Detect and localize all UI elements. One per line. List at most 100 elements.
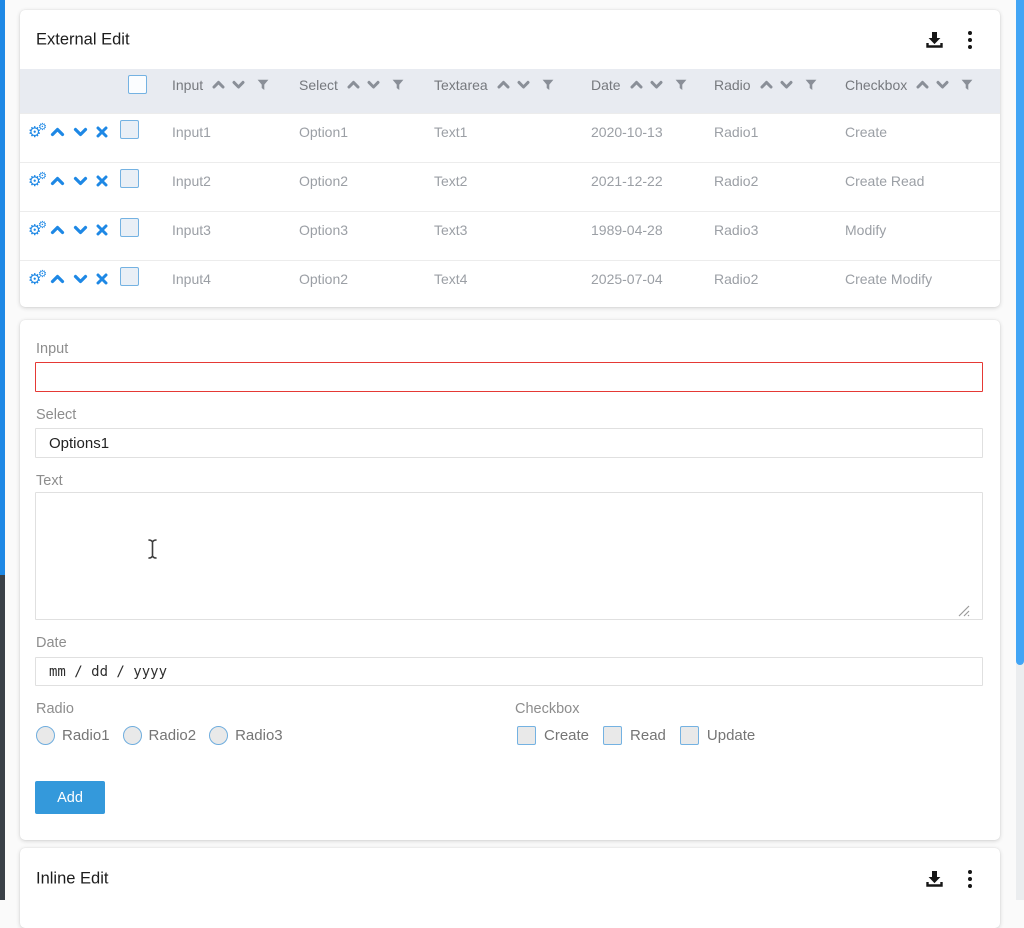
row-checkbox[interactable] — [120, 218, 139, 237]
input-field-label: Input — [36, 341, 68, 357]
settings-icon[interactable]: ⚙⚙ — [28, 270, 42, 288]
filter-icon[interactable] — [257, 79, 269, 91]
select-field-label: Select — [36, 407, 76, 423]
column-label: Radio — [714, 77, 751, 93]
date-field[interactable] — [35, 657, 983, 686]
delete-icon[interactable] — [96, 273, 108, 285]
radio-option-label: Radio2 — [149, 727, 197, 744]
column-header-select: Select — [291, 77, 426, 93]
move-up-icon[interactable] — [50, 274, 65, 284]
radio-option-radio3[interactable]: Radio3 — [209, 726, 283, 745]
select-all-checkbox[interactable] — [128, 75, 147, 94]
sort-asc-icon[interactable] — [497, 80, 510, 89]
cell-checkbox: Create — [837, 124, 1000, 140]
radio-icon[interactable] — [209, 726, 228, 745]
column-header-input: Input — [164, 77, 291, 93]
filter-icon[interactable] — [392, 79, 404, 91]
checkbox-option-read[interactable]: Read — [603, 726, 666, 745]
row-checkbox[interactable] — [120, 120, 139, 139]
filter-icon[interactable] — [675, 79, 687, 91]
cell-date: 2025-07-04 — [583, 271, 706, 287]
right-scrollbar-thumb[interactable] — [1016, 0, 1024, 665]
filter-icon[interactable] — [542, 79, 554, 91]
cell-textarea: Text3 — [426, 222, 583, 238]
move-down-icon[interactable] — [73, 274, 88, 284]
radio-icon[interactable] — [123, 726, 142, 745]
column-header-checkbox: Checkbox — [837, 77, 1000, 93]
cell-input: Input4 — [164, 271, 291, 287]
radio-option-radio1[interactable]: Radio1 — [36, 726, 110, 745]
cell-radio: Radio2 — [706, 271, 837, 287]
move-up-icon[interactable] — [50, 225, 65, 235]
move-down-icon[interactable] — [73, 127, 88, 137]
add-button[interactable]: Add — [35, 781, 105, 814]
settings-icon[interactable]: ⚙⚙ — [28, 172, 42, 190]
checkbox-icon[interactable] — [517, 726, 536, 745]
cell-radio: Radio3 — [706, 222, 837, 238]
sort-asc-icon[interactable] — [760, 80, 773, 89]
table-row: ⚙⚙ Input3 Option3 Text3 1989-04-28 Radio… — [20, 211, 1000, 260]
sort-desc-icon[interactable] — [517, 80, 530, 89]
checkbox-icon[interactable] — [603, 726, 622, 745]
row-actions: ⚙⚙ — [20, 123, 108, 141]
move-up-icon[interactable] — [50, 176, 65, 186]
left-scrollbar-thumb[interactable] — [0, 0, 5, 575]
kebab-menu-icon[interactable] — [967, 870, 973, 888]
radio-icon[interactable] — [36, 726, 55, 745]
card-title: Inline Edit — [36, 870, 108, 889]
textarea-field[interactable] — [35, 492, 983, 620]
row-checkbox[interactable] — [120, 267, 139, 286]
filter-icon[interactable] — [961, 79, 973, 91]
column-header-date: Date — [583, 77, 706, 93]
sort-desc-icon[interactable] — [780, 80, 793, 89]
radio-option-radio2[interactable]: Radio2 — [123, 726, 197, 745]
move-down-icon[interactable] — [73, 225, 88, 235]
move-up-icon[interactable] — [50, 127, 65, 137]
column-header-radio: Radio — [706, 77, 837, 93]
filter-icon[interactable] — [805, 79, 817, 91]
move-down-icon[interactable] — [73, 176, 88, 186]
settings-icon[interactable]: ⚙⚙ — [28, 123, 42, 141]
left-scrollbar-track[interactable] — [0, 575, 5, 900]
sort-asc-icon[interactable] — [630, 80, 643, 89]
download-icon[interactable] — [925, 870, 944, 889]
sort-desc-icon[interactable] — [650, 80, 663, 89]
kebab-menu-icon[interactable] — [967, 31, 973, 49]
cell-radio: Radio1 — [706, 124, 837, 140]
sort-desc-icon[interactable] — [936, 80, 949, 89]
row-checkbox[interactable] — [120, 169, 139, 188]
input-field[interactable] — [35, 362, 983, 392]
download-icon[interactable] — [925, 30, 944, 49]
sort-desc-icon[interactable] — [367, 80, 380, 89]
inline-edit-header: Inline Edit — [20, 856, 1000, 902]
sort-desc-icon[interactable] — [232, 80, 245, 89]
column-header-textarea: Textarea — [426, 77, 583, 93]
checkbox-group-label: Checkbox — [515, 701, 579, 717]
table-header-row: Input Select Textarea Date — [20, 69, 1000, 113]
cell-date: 2021-12-22 — [583, 173, 706, 189]
radio-option-label: Radio3 — [235, 727, 283, 744]
checkbox-option-update[interactable]: Update — [680, 726, 755, 745]
checkbox-option-label: Update — [707, 727, 755, 744]
checkbox-option-label: Read — [630, 727, 666, 744]
row-actions: ⚙⚙ — [20, 270, 108, 288]
checkbox-group: Create Read Update — [517, 726, 755, 745]
cell-input: Input1 — [164, 124, 291, 140]
sort-asc-icon[interactable] — [212, 80, 225, 89]
delete-icon[interactable] — [96, 175, 108, 187]
column-label: Checkbox — [845, 77, 907, 93]
cell-checkbox: Modify — [837, 222, 1000, 238]
table-row: ⚙⚙ Input1 Option1 Text1 2020-10-13 Radio… — [20, 113, 1000, 162]
delete-icon[interactable] — [96, 126, 108, 138]
cell-select: Option3 — [291, 222, 426, 238]
table-row: ⚙⚙ Input2 Option2 Text2 2021-12-22 Radio… — [20, 162, 1000, 211]
select-field[interactable]: Options1 — [35, 428, 983, 458]
sort-asc-icon[interactable] — [916, 80, 929, 89]
cell-checkbox: Create Modify — [837, 271, 1000, 287]
checkbox-icon[interactable] — [680, 726, 699, 745]
sort-asc-icon[interactable] — [347, 80, 360, 89]
settings-icon[interactable]: ⚙⚙ — [28, 221, 42, 239]
checkbox-option-create[interactable]: Create — [517, 726, 589, 745]
delete-icon[interactable] — [96, 224, 108, 236]
cell-textarea: Text2 — [426, 173, 583, 189]
